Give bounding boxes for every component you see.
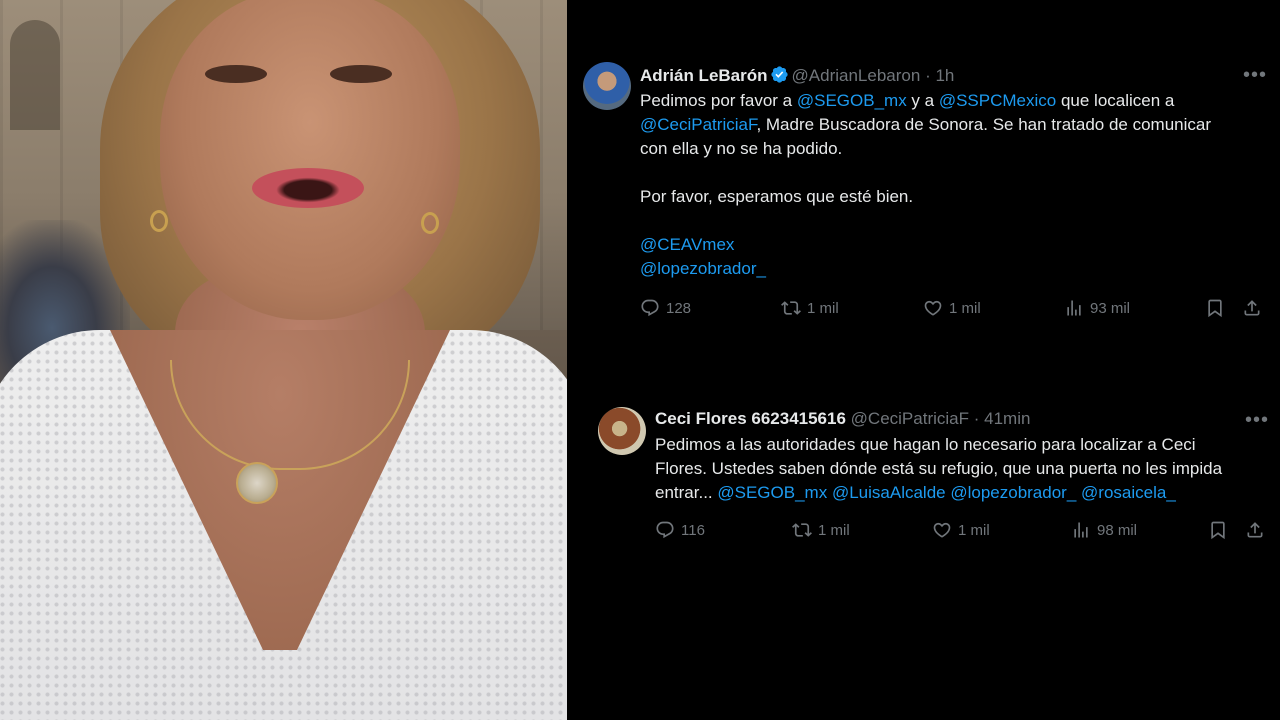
- tweet-time[interactable]: 41min: [984, 409, 1030, 428]
- tweet-text-segment: Flores. Ustedes saben dónde está su refu…: [655, 459, 1223, 478]
- tweet-text-line: @CeciPatriciaF, Madre Buscadora de Sonor…: [640, 113, 1270, 137]
- mention-link[interactable]: @SEGOB_mx: [797, 91, 907, 110]
- tweet-text-segment: , Madre Buscadora de Sonora. Se han trat…: [756, 115, 1212, 134]
- views-count: 98 mil: [1097, 521, 1138, 539]
- share-icon: [1244, 300, 1260, 316]
- views-button[interactable]: 93 mil: [1064, 298, 1130, 318]
- tweet-text-segment: Pedimos por favor a: [640, 91, 797, 110]
- reply-count: 128: [666, 299, 692, 317]
- views-count: 93 mil: [1090, 299, 1131, 317]
- tweet-text: Pedimos a las autoridades que hagan lo n…: [655, 433, 1275, 505]
- reply-icon: [656, 521, 674, 539]
- repost-count: 1 mil: [807, 299, 839, 317]
- tweet-text-line: Flores. Ustedes saben dónde está su refu…: [655, 457, 1275, 481]
- right-eye: [330, 65, 392, 83]
- like-icon: [933, 522, 951, 538]
- like-button[interactable]: 1 mil: [923, 298, 981, 318]
- repost-button[interactable]: 1 mil: [792, 520, 850, 540]
- reply-button[interactable]: 128: [640, 298, 691, 318]
- tweet-text-line: Pedimos por favor a @SEGOB_mx y a @SSPCM…: [640, 89, 1270, 113]
- left-earring: [150, 210, 168, 232]
- author-handle[interactable]: @AdrianLebaron: [792, 66, 921, 85]
- video-still-photo: [0, 0, 567, 720]
- bookmark-icon: [1211, 521, 1225, 540]
- mention-link[interactable]: @CeciPatriciaF: [640, 115, 756, 134]
- mention-link[interactable]: @SSPCMexico: [939, 91, 1056, 110]
- repost-icon: [792, 523, 812, 537]
- share-button[interactable]: [1245, 520, 1265, 540]
- mention-link[interactable]: @rosaicela_: [1081, 483, 1176, 502]
- tweet-text-line: [640, 161, 1270, 185]
- mention-link[interactable]: @lopezobrador_: [950, 483, 1076, 502]
- repost-count: 1 mil: [818, 521, 850, 539]
- reply-button[interactable]: 116: [655, 520, 705, 540]
- tweet-text-segment: Pedimos a las autoridades que hagan lo n…: [655, 435, 1196, 454]
- tweet-header: Adrián LeBarón @AdrianLebaron · 1h: [640, 65, 954, 86]
- author-name[interactable]: Adrián LeBarón: [640, 66, 768, 85]
- bookmark-icon: [1208, 299, 1222, 318]
- repost-icon: [781, 301, 801, 315]
- more-icon[interactable]: •••: [1245, 410, 1269, 430]
- mention-link[interactable]: @CEAVmex: [640, 235, 734, 254]
- tweet-text-line: Pedimos a las autoridades que hagan lo n…: [655, 433, 1275, 457]
- tweet-time[interactable]: 1h: [935, 66, 954, 85]
- views-icon: [1074, 522, 1088, 538]
- reply-count: 116: [681, 521, 705, 539]
- mention-link[interactable]: @SEGOB_mx: [717, 483, 827, 502]
- author-handle[interactable]: @CeciPatriciaF: [851, 409, 969, 428]
- bookmark-button[interactable]: [1205, 298, 1225, 318]
- avatar[interactable]: [583, 62, 631, 110]
- mouth: [252, 168, 364, 208]
- tweet-text-segment: entrar...: [655, 483, 718, 502]
- necklace-pendant: [236, 462, 278, 504]
- right-earring: [421, 212, 439, 234]
- separator-dot: ·: [925, 66, 931, 85]
- tweet-header: Ceci Flores 6623415616 @CeciPatriciaF · …: [655, 409, 1030, 429]
- like-count: 1 mil: [949, 299, 981, 317]
- tweet-text-line: entrar... @SEGOB_mx @LuisaAlcalde @lopez…: [655, 481, 1275, 505]
- left-eye: [205, 65, 267, 83]
- author-name[interactable]: Ceci Flores 6623415616: [655, 409, 846, 428]
- tweet-text-line: @lopezobrador_: [640, 257, 1270, 281]
- tweet-text: Pedimos por favor a @SEGOB_mx y a @SSPCM…: [640, 89, 1270, 281]
- tweet-text-line: Por favor, esperamos que esté bien.: [640, 185, 1270, 209]
- share-icon: [1247, 522, 1263, 538]
- views-button[interactable]: 98 mil: [1071, 520, 1137, 540]
- verified-badge-icon: [770, 66, 788, 83]
- tweet-text-line: con ella y no se ha podido.: [640, 137, 1270, 161]
- tweet-text-line: [640, 209, 1270, 233]
- mention-link[interactable]: @LuisaAlcalde: [832, 483, 946, 502]
- like-count: 1 mil: [958, 521, 990, 539]
- more-icon[interactable]: •••: [1243, 65, 1267, 85]
- mention-link[interactable]: @lopezobrador_: [640, 259, 766, 278]
- tweets-panel: Adrián LeBarón @AdrianLebaron · 1h ••• Pe…: [567, 0, 1280, 720]
- views-icon: [1067, 300, 1081, 316]
- avatar[interactable]: [598, 407, 646, 455]
- reply-icon: [641, 299, 659, 317]
- tweet-text-segment: y a: [906, 91, 939, 110]
- tweet-text-segment: con ella y no se ha podido.: [640, 139, 843, 158]
- repost-button[interactable]: 1 mil: [781, 298, 839, 318]
- bookmark-button[interactable]: [1208, 520, 1228, 540]
- tweet-text-line: @CEAVmex: [640, 233, 1270, 257]
- building-arch: [10, 20, 60, 130]
- share-button[interactable]: [1242, 298, 1262, 318]
- like-icon: [924, 300, 942, 316]
- like-button[interactable]: 1 mil: [932, 520, 990, 540]
- face: [160, 0, 460, 320]
- tweet-text-segment: Por favor, esperamos que esté bien.: [640, 187, 914, 206]
- tweet-text-segment: que localicen a: [1056, 91, 1175, 110]
